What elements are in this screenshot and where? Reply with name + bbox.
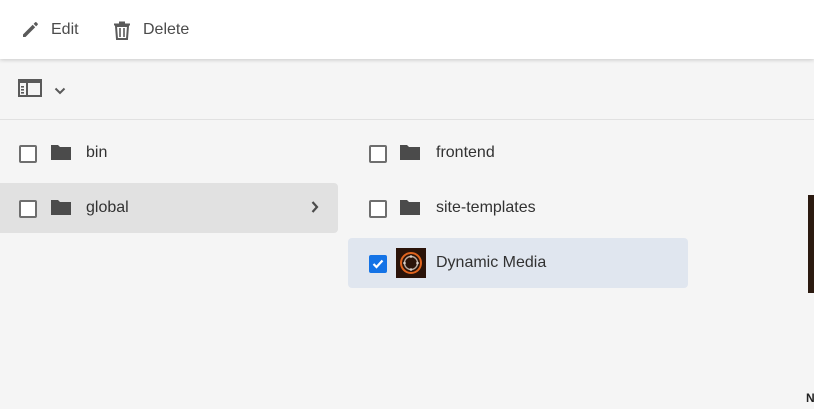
preview-label: N <box>806 391 814 405</box>
checkbox-bin[interactable] <box>19 145 37 163</box>
preview-thumbnail <box>808 195 814 293</box>
folder-icon <box>399 198 421 221</box>
list-item-bin[interactable]: bin <box>0 128 338 178</box>
column-view-icon <box>18 78 42 103</box>
chevron-down-icon <box>54 87 66 95</box>
folder-icon <box>50 143 72 166</box>
action-bar: Edit Delete <box>0 0 814 59</box>
edit-button[interactable]: Edit <box>19 10 79 50</box>
checkbox-site-templates[interactable] <box>369 200 387 218</box>
view-switcher[interactable] <box>18 78 66 103</box>
item-label-site-templates: site-templates <box>436 199 536 216</box>
delete-label: Delete <box>143 21 190 38</box>
item-label-bin: bin <box>86 144 108 161</box>
checkmark-icon <box>372 259 384 269</box>
list-item-frontend[interactable]: frontend <box>348 128 688 178</box>
edit-label: Edit <box>51 21 79 38</box>
pencil-icon <box>19 19 41 41</box>
column-2: frontend site-templates Dynamic Media <box>348 128 688 293</box>
checkbox-dynamic-media[interactable] <box>369 255 387 273</box>
folder-icon <box>399 143 421 166</box>
column-1: bin global <box>0 128 338 238</box>
checkbox-global[interactable] <box>19 200 37 218</box>
delete-button[interactable]: Delete <box>111 10 189 50</box>
folder-icon <box>50 198 72 221</box>
checkbox-frontend[interactable] <box>369 145 387 163</box>
chevron-right-icon <box>310 199 320 220</box>
view-bar <box>0 60 814 120</box>
list-item-site-templates[interactable]: site-templates <box>348 183 688 233</box>
item-label-frontend: frontend <box>436 144 495 161</box>
trash-icon <box>111 19 133 41</box>
list-item-global[interactable]: global <box>0 183 338 233</box>
item-label-dynamic-media: Dynamic Media <box>436 254 547 271</box>
dynamic-media-icon <box>396 248 426 278</box>
list-item-dynamic-media[interactable]: Dynamic Media <box>348 238 688 288</box>
item-label-global: global <box>86 199 129 216</box>
